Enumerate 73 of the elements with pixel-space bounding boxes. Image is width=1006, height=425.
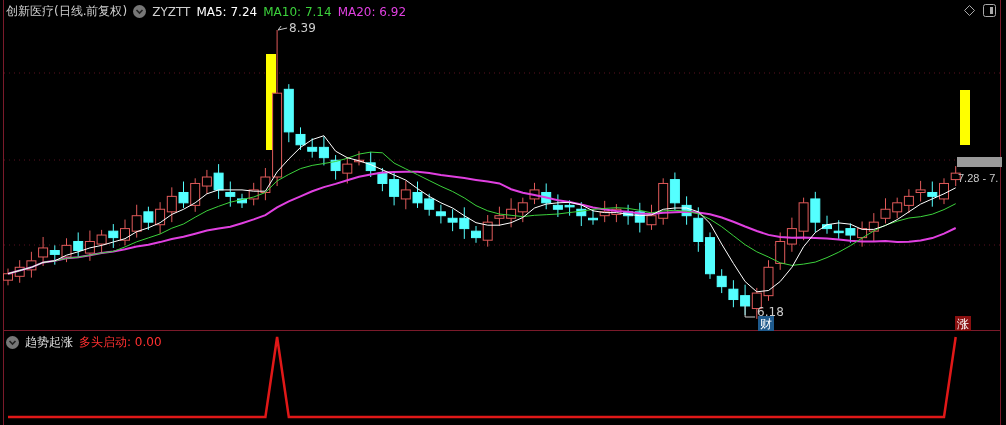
candlestick (517, 197, 528, 223)
candlestick (96, 229, 107, 254)
candlestick (3, 268, 13, 286)
dropdown-icon[interactable] (6, 336, 19, 349)
signal-bar (960, 90, 970, 145)
candlestick (26, 251, 37, 279)
candlestick (611, 203, 622, 223)
candlestick (447, 208, 458, 232)
candlestick (307, 137, 318, 159)
candlestick (763, 259, 774, 302)
indicator-reading: 多头启动: 0.00 (79, 334, 162, 351)
candlestick (131, 204, 142, 239)
rise-marker[interactable]: 涨 (955, 316, 971, 331)
candlestick (529, 182, 540, 205)
leader-line (277, 25, 288, 31)
indicator-title: 趋势起涨 (25, 334, 73, 351)
candlestick (868, 212, 879, 242)
leader-line (744, 304, 756, 318)
diamond-icon[interactable] (964, 5, 975, 16)
high-price-label: 8.39 (289, 21, 316, 35)
candlestick (14, 259, 25, 284)
candlestick (775, 231, 786, 271)
candlestick (634, 202, 645, 233)
candlestick (178, 181, 189, 209)
candlestick (318, 135, 329, 166)
candlestick (213, 163, 224, 200)
moving-average-value: MA20: 6.92 (337, 4, 407, 19)
candlestick (424, 193, 435, 217)
candlestick (623, 204, 634, 226)
candlestick (61, 237, 72, 263)
dropdown-icon[interactable] (133, 5, 147, 18)
candlestick (330, 154, 341, 181)
candlestick (927, 181, 938, 208)
indicator-name: ZYZTT (152, 4, 191, 19)
candlestick (915, 180, 926, 202)
candlestick (377, 167, 388, 192)
candlestick (728, 279, 739, 308)
candlestick (400, 180, 411, 210)
candlestick (166, 186, 177, 223)
price-marker-bar (957, 157, 1002, 167)
candlestick (833, 219, 844, 240)
candlestick (903, 188, 914, 214)
candlestick (412, 181, 423, 209)
candlestick (845, 222, 856, 244)
candlestick (108, 223, 119, 249)
candlestick (84, 230, 95, 262)
candlestick (73, 231, 84, 258)
candlestick (669, 172, 680, 212)
candlestick (49, 244, 60, 266)
candlestick (155, 201, 166, 235)
candlestick (939, 177, 949, 205)
low-price-label: 6.18 (757, 305, 784, 319)
candlestick (190, 177, 201, 213)
candlestick (552, 193, 563, 218)
candlestick (599, 200, 610, 223)
finance-marker[interactable]: 财 (758, 316, 774, 331)
candlestick (201, 169, 212, 195)
candlestick (541, 182, 552, 210)
candlestick (38, 236, 49, 267)
candlestick (857, 221, 868, 248)
candlestick (786, 217, 797, 253)
moving-average-value: MA10: 7.14 (263, 4, 332, 19)
moving-average-value: MA5: 7.24 (196, 4, 258, 19)
candlestick (120, 219, 130, 246)
candlestick (143, 206, 154, 231)
current-price-label: 7.28 - 7. (958, 172, 999, 184)
chart-title: 创新医疗(日线.前复权) (6, 3, 128, 20)
candlestick (435, 204, 446, 224)
candlestick (880, 197, 891, 224)
candlestick (798, 197, 809, 241)
panel-toggle-icon[interactable] (983, 4, 996, 17)
candlestick (892, 197, 903, 219)
candlestick (389, 172, 400, 206)
